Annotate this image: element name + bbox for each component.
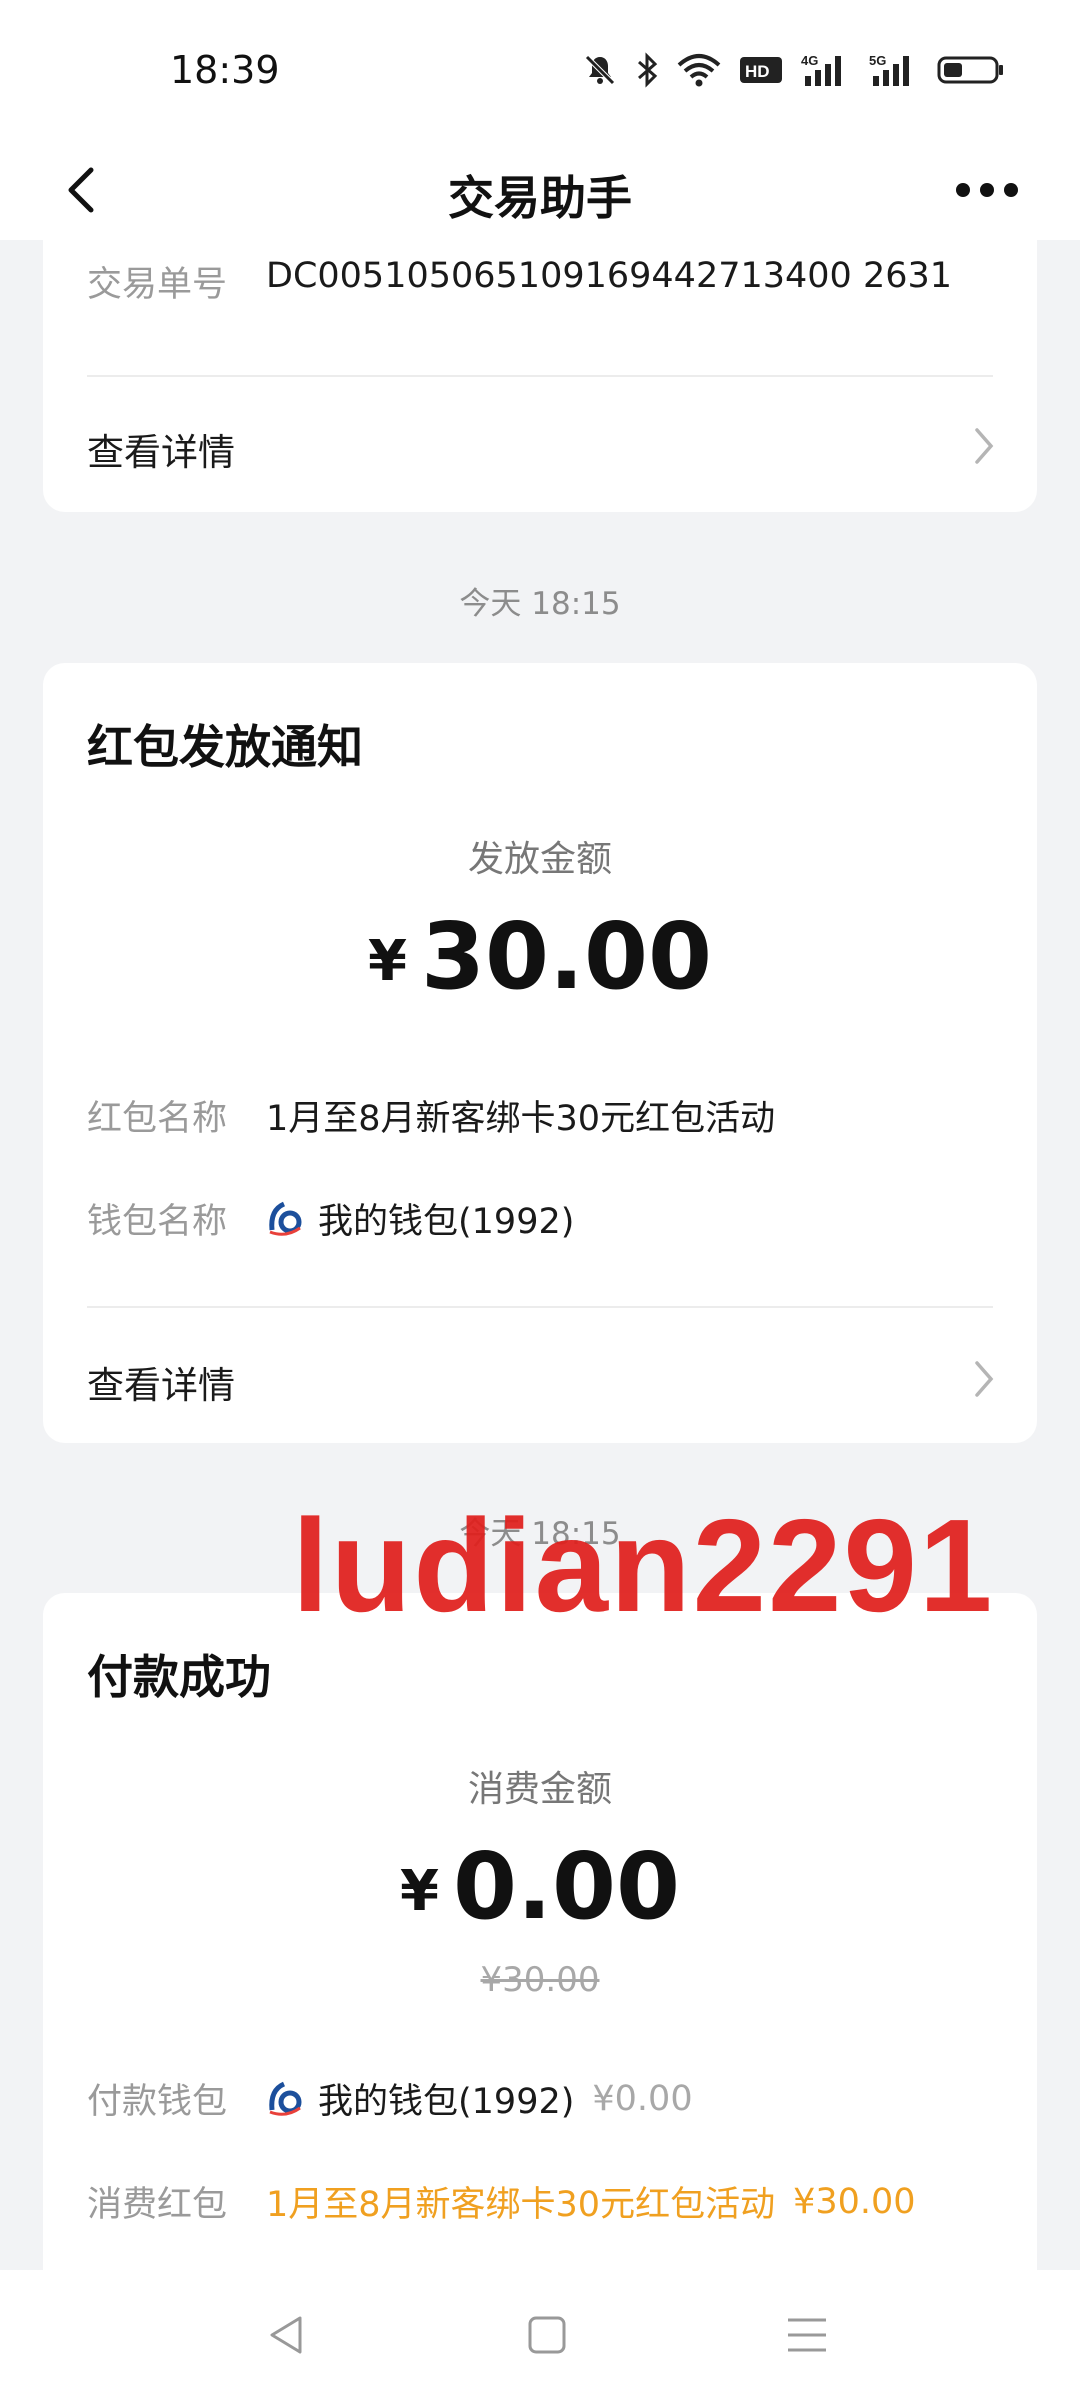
amount-value: 30.00 [420,903,712,1010]
svg-text:5G: 5G [869,53,886,68]
chevron-right-icon [975,1361,994,1397]
card-title: 红包发放通知 [87,720,363,774]
bank-logo-icon [269,2081,302,2116]
wallet-name-label: 钱包名称 [87,1202,228,1242]
consumed-packet-label: 消费红包 [87,2185,228,2225]
status-time: 18:39 [170,48,280,92]
packet-amount: ¥30.00 [793,2181,916,2222]
mute-icon [585,55,615,85]
view-details-label: 查看详情 [87,1364,235,1407]
amount-display: ¥30.00 [43,903,1037,1010]
payment-wallet-label: 付款钱包 [87,2082,228,2122]
bluetooth-icon [638,52,658,88]
4g-signal-icon: 4G [801,53,841,86]
packet-name: 1月至8月新客绑卡30元红包活动 [266,2185,776,2225]
amount-display: ¥0.00 [43,1833,1037,1940]
wallet-name-value: 我的钱包(1992) [266,1193,574,1244]
packet-name-label: 红包名称 [87,1099,228,1139]
order-number-value: DC005105065109169442713400 2631 [266,256,953,296]
wallet-name: 我的钱包(1992) [318,1202,575,1242]
svg-text:HD: HD [745,62,770,81]
system-nav-bar [0,2270,1080,2400]
nav-back-icon[interactable] [262,2310,312,2360]
packet-name-value: 1月至8月新客绑卡30元红包活动 [266,1099,776,1139]
payment-wallet-value: 我的钱包(1992) ¥0.00 [266,2073,693,2124]
5g-signal-icon: 5G [869,53,909,86]
amount-caption: 消费金额 [467,1769,612,1810]
status-bar: 18:39 HD 4G 5G [0,0,1080,140]
currency-symbol: ¥ [368,929,407,994]
currency-symbol: ¥ [400,1859,439,1924]
nav-menu-icon[interactable] [782,2310,832,2360]
consumed-packet-value: 1月至8月新客绑卡30元红包活动 ¥30.00 [266,2176,916,2227]
bank-logo-icon [269,1201,302,1236]
hd-icon: HD [740,57,782,83]
svg-text:4G: 4G [801,53,818,68]
order-number-label: 交易单号 [87,265,228,305]
wallet-name: 我的钱包(1992) [318,2082,575,2122]
view-details-row[interactable]: 查看详情 [43,1333,1037,1423]
timestamp-separator: 今天 18:15 [459,586,621,622]
amount-value: 0.00 [452,1833,680,1940]
header-bar: 交易助手 [0,140,1080,240]
transaction-card: 交易单号 DC005105065109169442713400 2631 查看详… [43,200,1037,512]
wifi-icon [677,54,721,87]
original-amount: ¥30.00 [480,1960,600,2000]
divider [87,1306,993,1308]
view-details-row[interactable]: 查看详情 [43,400,1037,490]
nav-home-icon[interactable] [522,2310,572,2360]
battery-icon [937,56,1003,84]
amount-caption: 发放金额 [467,839,612,880]
card-title: 付款成功 [87,1650,271,1704]
divider [87,375,993,377]
wallet-amount: ¥0.00 [592,2078,693,2119]
status-icons: HD 4G 5G [583,50,1005,90]
chevron-right-icon [975,428,994,464]
page-title: 交易助手 [448,171,632,225]
view-details-label: 查看详情 [87,431,235,474]
watermark-text: ludian2291 [292,1492,995,1639]
payment-card: 付款成功 消费金额 ¥0.00 ¥30.00 付款钱包 我的钱包(1992) ¥… [43,1593,1037,2273]
red-packet-card: 红包发放通知 发放金额 ¥30.00 红包名称 1月至8月新客绑卡30元红包活动… [43,663,1037,1443]
more-icon[interactable] [954,170,1020,210]
